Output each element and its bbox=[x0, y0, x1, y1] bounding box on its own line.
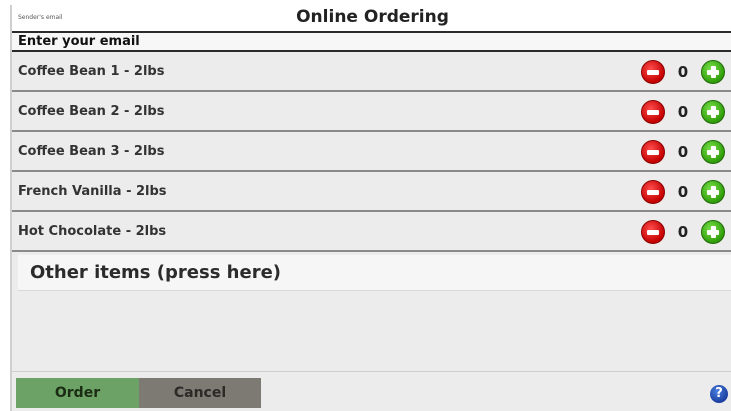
quantity-stepper: 0 bbox=[641, 100, 731, 124]
item-quantity: 0 bbox=[677, 63, 689, 81]
list-item: Hot Chocolate - 2lbs 0 bbox=[12, 212, 731, 252]
item-quantity: 0 bbox=[677, 143, 689, 161]
list-item: Coffee Bean 1 - 2lbs 0 bbox=[12, 52, 731, 92]
page-title: Online Ordering bbox=[296, 7, 449, 27]
item-list: Coffee Bean 1 - 2lbs 0 Coffee Bean 2 - 2… bbox=[12, 52, 731, 252]
quantity-stepper: 0 bbox=[641, 140, 731, 164]
plus-circle-icon[interactable] bbox=[701, 100, 725, 124]
footer-divider bbox=[12, 371, 731, 372]
minus-circle-icon[interactable] bbox=[641, 220, 665, 244]
minus-circle-icon[interactable] bbox=[641, 60, 665, 84]
plus-circle-icon[interactable] bbox=[701, 140, 725, 164]
item-label: Hot Chocolate - 2lbs bbox=[18, 224, 167, 239]
item-label: Coffee Bean 2 - 2lbs bbox=[18, 104, 165, 119]
minus-circle-icon[interactable] bbox=[641, 140, 665, 164]
item-label: Coffee Bean 1 - 2lbs bbox=[18, 64, 165, 79]
item-label: Coffee Bean 3 - 2lbs bbox=[18, 144, 165, 159]
quantity-stepper: 0 bbox=[641, 220, 731, 244]
header-bar: Sender's email Online Ordering bbox=[12, 5, 731, 31]
plus-circle-icon[interactable] bbox=[701, 180, 725, 204]
list-item: French Vanilla - 2lbs 0 bbox=[12, 172, 731, 212]
ordering-panel: Sender's email Online Ordering Enter you… bbox=[10, 5, 731, 411]
order-button[interactable]: Order bbox=[16, 378, 139, 408]
item-quantity: 0 bbox=[677, 183, 689, 201]
quantity-stepper: 0 bbox=[641, 180, 731, 204]
email-field[interactable]: Enter your email bbox=[12, 31, 731, 52]
item-quantity: 0 bbox=[677, 103, 689, 121]
help-icon[interactable]: ? bbox=[710, 385, 728, 403]
item-quantity: 0 bbox=[677, 223, 689, 241]
minus-circle-icon[interactable] bbox=[641, 180, 665, 204]
plus-circle-icon[interactable] bbox=[701, 220, 725, 244]
plus-circle-icon[interactable] bbox=[701, 60, 725, 84]
minus-circle-icon[interactable] bbox=[641, 100, 665, 124]
cancel-button[interactable]: Cancel bbox=[139, 378, 261, 408]
other-items-button[interactable]: Other items (press here) bbox=[18, 255, 731, 291]
list-item: Coffee Bean 3 - 2lbs 0 bbox=[12, 132, 731, 172]
list-item: Coffee Bean 2 - 2lbs 0 bbox=[12, 92, 731, 132]
item-label: French Vanilla - 2lbs bbox=[18, 184, 167, 199]
quantity-stepper: 0 bbox=[641, 60, 731, 84]
